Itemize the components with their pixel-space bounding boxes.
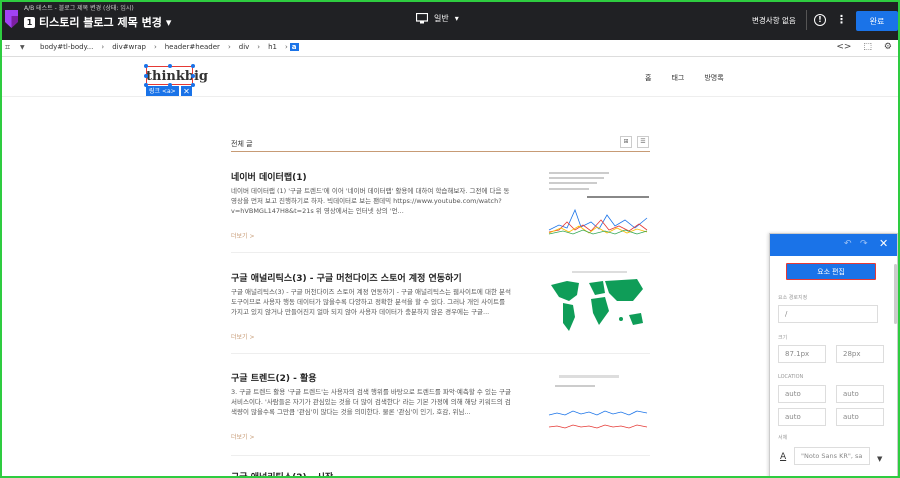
optimize-logo-icon: [5, 10, 18, 28]
resize-handle[interactable]: [191, 64, 195, 68]
breadcrumb-tools: <> ⬚ ⚙: [836, 42, 892, 52]
header-divider: [0, 96, 900, 97]
settings-icon[interactable]: ⚙: [884, 42, 892, 52]
category-underline: [231, 151, 650, 152]
breadcrumb-item[interactable]: div#wrap: [106, 43, 152, 51]
post-item[interactable]: 네이버 데이터랩(1) 네이버 데이터랩 (1) '구글 트렌드'에 이어 '네…: [231, 170, 651, 240]
editor-topbar: A/B 테스트 - 블로그 제목 변경 (상태: 임시) 1 티스토리 블로그 …: [0, 0, 900, 40]
breadcrumb-item-active[interactable]: a: [289, 43, 299, 51]
post-excerpt: 3. 구글 트렌드 활용 '구글 트렌드'는 사용자의 검색 행위를 바탕으로 …: [231, 388, 511, 416]
chevron-right-icon: ›: [227, 43, 231, 51]
chevron-down-icon[interactable]: ▼: [877, 455, 882, 463]
post-item[interactable]: 구글 트렌드(2) - 활용 3. 구글 트렌드 활용 '구글 트렌드'는 사용…: [231, 371, 651, 441]
post-excerpt: 구글 애널리틱스(3) - 구글 머천다이즈 스토어 계정 연동하기 - 구글 …: [231, 288, 511, 316]
location-left-field[interactable]: auto: [836, 408, 884, 426]
font-color-icon[interactable]: A: [780, 452, 786, 462]
undo-icon[interactable]: ↶: [844, 239, 852, 249]
variant-title-text: 티스토리 블로그 제목 변경: [39, 16, 162, 29]
blog-nav: 홈 태그 방명록: [645, 73, 724, 83]
device-selector[interactable]: 일반 ▾: [416, 13, 459, 24]
resize-handle[interactable]: [191, 74, 195, 78]
chevron-down-icon: ▾: [165, 15, 172, 29]
post-divider: [231, 353, 650, 354]
post-title[interactable]: 구글 애널리틱스(2) - 시작: [231, 470, 650, 478]
grid-view-icon[interactable]: ⊞: [620, 136, 632, 148]
more-vert-icon[interactable]: ⋮: [836, 13, 847, 26]
edit-element-button[interactable]: 요소 편집: [786, 263, 876, 280]
panel-header: ↶ ↷ ✕: [770, 234, 897, 256]
info-icon[interactable]: !: [814, 14, 826, 26]
monitor-icon: [416, 13, 428, 24]
location-right-field[interactable]: auto: [836, 385, 884, 403]
breadcrumb-item[interactable]: div: [233, 43, 256, 51]
breadcrumb-item[interactable]: h1: [262, 43, 283, 51]
chevron-right-icon: ›: [284, 43, 288, 51]
redo-icon[interactable]: ↷: [860, 239, 868, 249]
breadcrumb-item[interactable]: body#tl-body...: [34, 43, 99, 51]
variant-number: 1: [24, 16, 35, 28]
breadcrumb-item[interactable]: header#header: [159, 43, 226, 51]
changes-status: 변경사항 없음: [752, 16, 796, 25]
select-frame-icon[interactable]: ⌗: [5, 43, 10, 53]
resize-handle[interactable]: [144, 74, 148, 78]
list-view-icon[interactable]: ☰: [637, 136, 649, 148]
size-label: 크기: [778, 335, 788, 341]
location-bottom-field[interactable]: auto: [778, 408, 826, 426]
location-label: LOCATION: [778, 374, 804, 380]
nav-guestbook[interactable]: 방명록: [704, 73, 723, 83]
height-field[interactable]: 28px: [836, 345, 884, 363]
panel-scrollbar[interactable]: [894, 264, 897, 324]
variant-title[interactable]: 1 티스토리 블로그 제목 변경 ▾: [24, 14, 171, 30]
chevron-down-icon[interactable]: ▼: [20, 44, 25, 51]
chevron-right-icon: ›: [101, 43, 105, 51]
select-element-icon[interactable]: ⬚: [863, 42, 872, 52]
post-divider: [231, 455, 650, 456]
resize-handle[interactable]: [168, 64, 172, 68]
post-divider: [231, 252, 650, 253]
nav-home[interactable]: 홈: [645, 73, 651, 83]
chevron-right-icon: ›: [257, 43, 261, 51]
post-excerpt: 네이버 데이터랩 (1) '구글 트렌드'에 이어 '네이버 데이터랩' 활용에…: [231, 187, 510, 215]
post-thumbnail[interactable]: [547, 170, 651, 240]
post-thumbnail[interactable]: [547, 371, 651, 441]
post-thumbnail[interactable]: [547, 271, 651, 341]
post-item[interactable]: 구글 애널리틱스(2) - 시작: [231, 470, 650, 478]
code-icon[interactable]: <>: [836, 42, 851, 52]
category-title: 전체 글: [231, 140, 253, 148]
path-field[interactable]: /: [778, 305, 878, 323]
close-icon[interactable]: ✕: [879, 237, 888, 250]
element-edit-panel: ↶ ↷ ✕ 요소 편집 요소 경로지정 / 크기 87.1px 28px LOC…: [769, 233, 898, 478]
chevron-down-icon: ▾: [454, 14, 459, 23]
location-top-field[interactable]: auto: [778, 385, 826, 403]
breadcrumb: body#tl-body... › div#wrap › header#head…: [34, 43, 299, 51]
element-breadcrumb-bar: ⌗ ▼ body#tl-body... › div#wrap › header#…: [0, 40, 900, 57]
device-label: 일반: [434, 14, 449, 23]
experiment-subtitle: A/B 테스트 - 블로그 제목 변경 (상태: 임시): [24, 5, 134, 12]
resize-handle[interactable]: [144, 64, 148, 68]
path-label: 요소 경로지정: [778, 295, 808, 301]
text-label: 서체: [778, 435, 788, 441]
width-field[interactable]: 87.1px: [778, 345, 826, 363]
chevron-right-icon: ›: [153, 43, 157, 51]
nav-tags[interactable]: 태그: [671, 73, 684, 83]
post-item[interactable]: 구글 애널리틱스(3) - 구글 머천다이즈 스토어 계정 연동하기 구글 애널…: [231, 271, 651, 341]
topbar-divider: [806, 10, 807, 30]
font-family-field[interactable]: "Noto Sans KR", sa: [794, 447, 870, 465]
done-button[interactable]: 완료: [856, 11, 898, 31]
